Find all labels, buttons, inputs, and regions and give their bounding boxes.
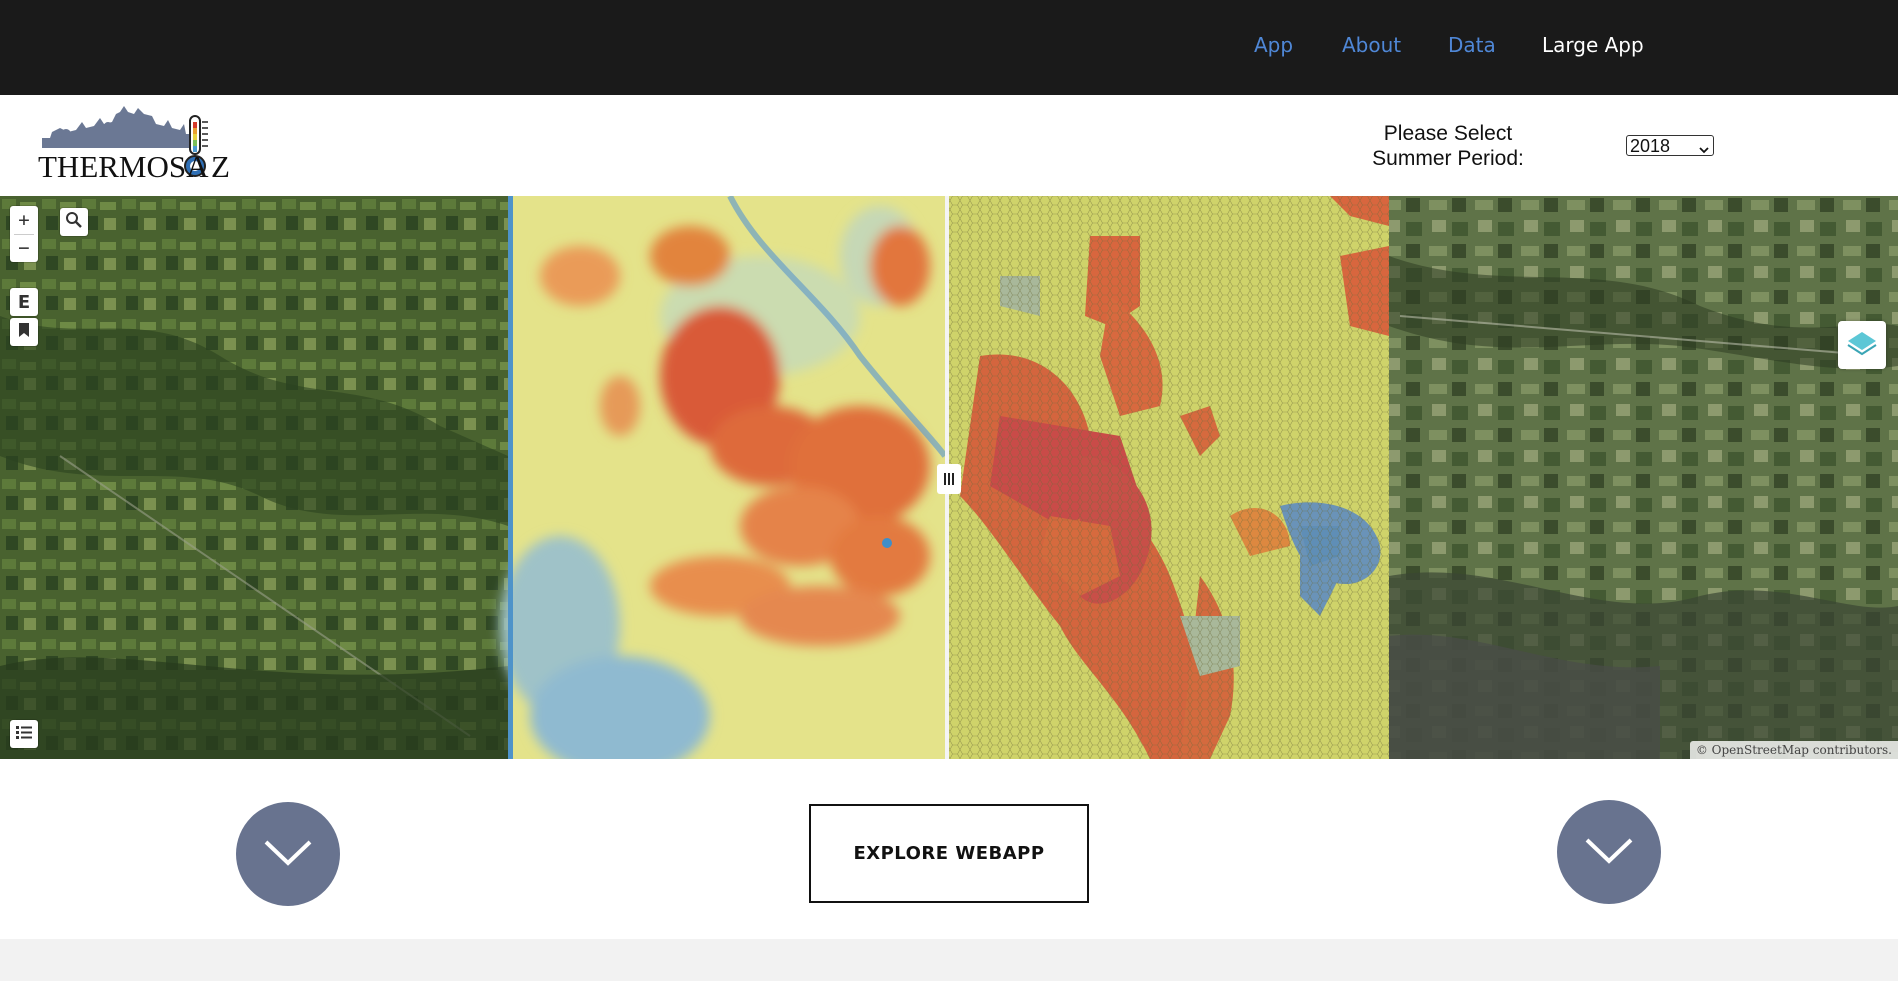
search-button[interactable] (60, 208, 88, 236)
list-icon (15, 724, 33, 745)
swipe-handle-icon[interactable] (937, 464, 961, 494)
nav-link-about[interactable]: About (1342, 33, 1401, 57)
map-attribution: © OpenStreetMap contributors. (1689, 741, 1898, 759)
nav-link-large-app[interactable]: Large App (1542, 33, 1644, 57)
legend-button[interactable] (10, 720, 38, 748)
zoom-out-button[interactable]: − (10, 234, 38, 262)
chevron-down-icon (262, 836, 314, 873)
chevron-down-icon (1699, 139, 1709, 160)
explore-webapp-button[interactable]: EXPLORE WEBAPP (809, 804, 1089, 903)
scroll-down-button-left[interactable] (236, 802, 340, 906)
bookmark-button[interactable] (10, 318, 38, 346)
zoom-control: + − (10, 206, 38, 262)
nav-link-app[interactable]: App (1254, 33, 1293, 57)
selected-year-value: 2018 (1630, 136, 1671, 156)
thermosaz-logo[interactable]: THERMOSA Z (38, 104, 268, 191)
logo-wordmark-left: THERMOSA (38, 149, 209, 184)
layer-switcher-button[interactable] (1838, 321, 1886, 369)
scroll-down-button-right[interactable] (1557, 800, 1661, 904)
top-navigation: App About Data Large App (0, 0, 1898, 95)
summer-period-label-line1: Please Select (1383, 122, 1513, 145)
nav-link-data[interactable]: Data (1448, 33, 1496, 57)
search-icon (65, 211, 83, 234)
map-view[interactable]: + − E © OpenStreetMap contributors. (0, 196, 1898, 759)
bookmark-icon (17, 322, 31, 343)
summer-period-label: Please Select Summer Period: (1348, 121, 1548, 171)
page-header: THERMOSA Z Please Select Summer Period: … (0, 95, 1898, 196)
summer-period-select[interactable]: 2018 (1626, 135, 1714, 156)
bottom-actions: EXPLORE WEBAPP (0, 759, 1898, 939)
summer-period-label-line2: Summer Period: (1372, 147, 1524, 170)
chevron-down-icon (1583, 834, 1635, 871)
layers-icon (1845, 328, 1879, 363)
zoom-in-button[interactable]: + (10, 206, 38, 234)
logo-wordmark-right: Z (211, 149, 230, 184)
export-button[interactable]: E (10, 288, 38, 316)
